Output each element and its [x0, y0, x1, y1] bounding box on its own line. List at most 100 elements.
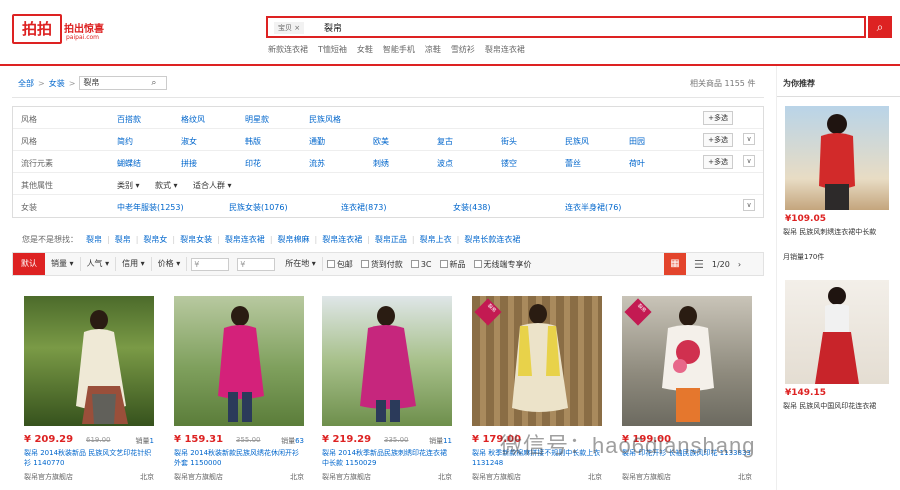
filter-option[interactable]: 女装(438): [453, 202, 565, 213]
search-bar[interactable]: 宝贝 × 裂帛: [266, 16, 866, 38]
product-image[interactable]: [24, 296, 154, 426]
filter-dropdown[interactable]: 款式 ▾: [155, 180, 193, 191]
filter-option[interactable]: 荷叶: [629, 158, 669, 169]
filter-dropdown[interactable]: 类别 ▾: [117, 180, 155, 191]
related-link[interactable]: 裂帛长款连衣裙: [464, 234, 520, 245]
product-card[interactable]: ¥ 209.29 619.00 销量1 裂帛 2014秋装新品 民族风文艺印花针…: [24, 296, 154, 486]
product-card[interactable]: ¥ 159.31 355.00 销量63 裂帛 2014秋装新款民族风绣花休闲开…: [174, 296, 304, 486]
product-seller[interactable]: 裂帛官方旗舰店: [622, 472, 671, 482]
chevron-down-icon[interactable]: ∨: [743, 199, 755, 211]
mobile-price-checkbox[interactable]: 无线端专享价: [473, 259, 532, 270]
free-shipping-checkbox[interactable]: 包邮: [326, 259, 353, 270]
filter-option[interactable]: 复古: [437, 136, 501, 147]
3c-checkbox[interactable]: 3C: [410, 260, 432, 269]
filter-option[interactable]: 连衣半身裙(76): [565, 202, 665, 213]
filter-option[interactable]: 拼接: [181, 158, 245, 169]
related-link[interactable]: 裂帛正品: [375, 234, 407, 245]
filter-option[interactable]: 中老年服装(1253): [117, 202, 229, 213]
price-to-input[interactable]: ¥: [237, 257, 276, 271]
breadcrumb-category[interactable]: 女装: [49, 78, 65, 89]
hot-word[interactable]: 凉鞋: [425, 44, 441, 55]
related-link[interactable]: 裂帛连衣裙: [322, 234, 362, 245]
multi-select-button[interactable]: +多选: [703, 111, 733, 125]
recommend-image[interactable]: [785, 280, 889, 384]
search-icon[interactable]: ⌕: [151, 78, 156, 88]
filter-option[interactable]: 简约: [117, 136, 181, 147]
sort-credit[interactable]: 信用 ▾: [116, 257, 152, 271]
filter-option[interactable]: 波点: [437, 158, 501, 169]
product-title[interactable]: 裂帛 2014秋季新品民族刺绣印花连衣裙中长款 1150029: [322, 448, 452, 468]
paipai-logo[interactable]: 拍拍 拍出惊喜 paipai.com: [12, 14, 104, 50]
hot-word[interactable]: 智能手机: [383, 44, 415, 55]
filter-option[interactable]: 韩版: [245, 136, 309, 147]
checkbox[interactable]: [326, 260, 335, 268]
new-checkbox[interactable]: 新品: [439, 259, 466, 270]
search-scope-tag[interactable]: 宝贝 ×: [274, 22, 305, 34]
filter-option[interactable]: 连衣裙(873): [341, 202, 453, 213]
chevron-down-icon[interactable]: ∨: [743, 133, 755, 145]
grid-view-icon[interactable]: ▦: [664, 253, 686, 275]
sort-popularity[interactable]: 人气 ▾: [81, 257, 117, 271]
product-image[interactable]: 裂帛: [622, 296, 752, 426]
recommend-image[interactable]: [785, 106, 889, 210]
product-title[interactable]: 裂帛 2014秋装新款民族风绣花休闲开衫外套 1150000: [174, 448, 304, 468]
filter-option[interactable]: 镂空: [501, 158, 565, 169]
location-select[interactable]: 所在地 ▾: [279, 257, 323, 271]
product-title[interactable]: 裂帛 2014秋装新品 民族风文艺印花针织衫 1140770: [24, 448, 154, 468]
related-link[interactable]: 裂帛棉麻: [278, 234, 310, 245]
filter-option[interactable]: 民族风格: [309, 114, 373, 125]
hot-word[interactable]: 裂帛连衣裙: [485, 44, 525, 55]
filter-option[interactable]: 蕾丝: [565, 158, 629, 169]
product-seller[interactable]: 裂帛官方旗舰店: [174, 472, 223, 482]
breadcrumb-home[interactable]: 全部: [18, 78, 34, 89]
filter-option[interactable]: 百搭款: [117, 114, 181, 125]
hot-word[interactable]: 女鞋: [357, 44, 373, 55]
related-link[interactable]: 裂帛上衣: [420, 234, 452, 245]
filter-option[interactable]: 刺绣: [373, 158, 437, 169]
filter-option[interactable]: 蝴蝶结: [117, 158, 181, 169]
hot-word[interactable]: T恤短袖: [318, 44, 347, 55]
filter-option[interactable]: 淑女: [181, 136, 245, 147]
price-from-input[interactable]: ¥: [191, 257, 230, 271]
multi-select-button[interactable]: +多选: [703, 155, 733, 169]
sort-sales[interactable]: 销量 ▾: [45, 257, 81, 271]
list-view-icon[interactable]: ☰: [694, 258, 704, 271]
product-seller[interactable]: 裂帛官方旗舰店: [24, 472, 73, 482]
filter-option[interactable]: 通勤: [309, 136, 373, 147]
recommend-title[interactable]: 裂帛 民族风刺绣连衣裙中长款: [783, 228, 895, 237]
next-page-icon[interactable]: ›: [738, 260, 741, 269]
related-link[interactable]: 裂帛女装: [180, 234, 212, 245]
checkbox[interactable]: [439, 260, 448, 268]
filter-option[interactable]: 格纹风: [181, 114, 245, 125]
related-link[interactable]: 裂帛女: [143, 234, 167, 245]
product-seller[interactable]: 裂帛官方旗舰店: [472, 472, 521, 482]
sort-price[interactable]: 价格 ▾: [152, 257, 188, 271]
related-link[interactable]: 裂帛: [86, 234, 102, 245]
filter-option[interactable]: 民族女装(1076): [229, 202, 341, 213]
filter-option[interactable]: 流苏: [309, 158, 373, 169]
checkbox[interactable]: [410, 260, 419, 268]
filter-option[interactable]: 田园: [629, 136, 669, 147]
search-input[interactable]: 裂帛: [324, 21, 342, 34]
product-image[interactable]: [174, 296, 304, 426]
filter-option[interactable]: 民族风: [565, 136, 629, 147]
product-card[interactable]: ¥ 219.29 335.00 销量11 裂帛 2014秋季新品民族刺绣印花连衣…: [322, 296, 452, 486]
hot-word[interactable]: 新款连衣裙: [268, 44, 308, 55]
search-button[interactable]: ⌕: [868, 16, 892, 38]
filter-option[interactable]: 欧美: [373, 136, 437, 147]
product-image[interactable]: 裂帛: [472, 296, 602, 426]
related-link[interactable]: 裂帛连衣裙: [225, 234, 265, 245]
recommend-title[interactable]: 裂帛 民族风中国风印花连衣裙: [783, 402, 895, 411]
filter-option[interactable]: 明星款: [245, 114, 309, 125]
product-seller[interactable]: 裂帛官方旗舰店: [322, 472, 371, 482]
multi-select-button[interactable]: +多选: [703, 133, 733, 147]
cod-checkbox[interactable]: 货到付款: [360, 259, 403, 270]
product-image[interactable]: [322, 296, 452, 426]
related-link[interactable]: 裂帛: [115, 234, 131, 245]
sort-default[interactable]: 默认: [13, 253, 45, 275]
filter-dropdown[interactable]: 适合人群 ▾: [193, 180, 253, 191]
checkbox[interactable]: [473, 260, 482, 268]
chevron-down-icon[interactable]: ∨: [743, 155, 755, 167]
filter-option[interactable]: 街头: [501, 136, 565, 147]
checkbox[interactable]: [360, 260, 369, 268]
